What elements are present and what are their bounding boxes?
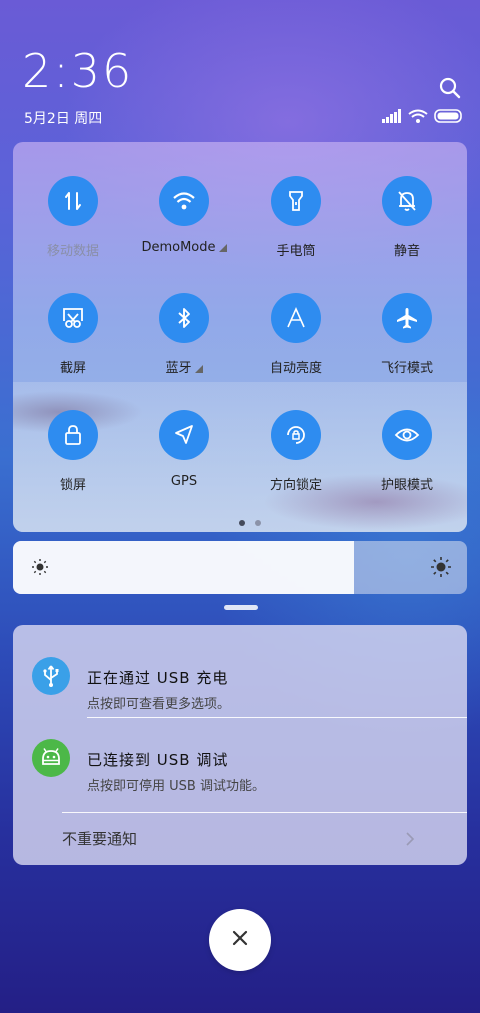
drag-handle[interactable] [224,605,258,610]
tile-label: 锁屏 [59,478,86,493]
notification-usb-charging[interactable]: 正在通过 USB 充电 点按即可查看更多选项。 [13,637,467,717]
quick-settings-panel: 移动数据 DemoMode 手电筒 静音 截屏 蓝牙 自动亮度 飞行模式 锁屏 … [13,142,467,532]
status-bar [382,108,464,126]
tile-label: 静音 [393,244,420,259]
tile-label: 护眼模式 [380,478,433,493]
notification-card: 正在通过 USB 充电 点按即可查看更多选项。 已连接到 USB 调试 点按即可… [13,625,467,865]
sun-small-icon [31,558,49,580]
tile-mute[interactable]: 静音 [357,176,457,259]
lock-icon [48,410,98,460]
unimportant-notifications-label: 不重要通知 [62,830,138,848]
close-icon [231,929,249,951]
rotation-lock-icon [271,410,321,460]
tile-label: 飞行模式 [380,361,433,376]
mute-bell-icon [382,176,432,226]
tile-label: 蓝牙 [165,361,192,376]
tile-label: GPS [170,474,198,489]
usb-icon [32,657,70,695]
flashlight-icon [271,176,321,226]
wifi-icon [159,176,209,226]
tile-label: 截屏 [59,361,86,376]
date: 5月2日 周四 [24,111,103,127]
tile-flashlight[interactable]: 手电筒 [246,176,346,259]
tile-label: DemoMode [141,240,216,255]
notification-text: 点按即可查看更多选项。 [87,697,231,712]
notification-title: 已连接到 USB 调试 [87,751,229,769]
screenshot-icon [48,293,98,343]
battery-icon [434,108,464,127]
tile-rotation-lock[interactable]: 方向锁定 [246,410,346,493]
notification-text: 点按即可停用 USB 调试功能。 [87,779,265,794]
tile-bluetooth[interactable]: 蓝牙 [134,293,234,376]
signal-icon [382,108,402,127]
divider [62,812,467,813]
auto-brightness-icon [271,293,321,343]
notification-usb-debugging[interactable]: 已连接到 USB 调试 点按即可停用 USB 调试功能。 [13,719,467,799]
page-dot-active [239,520,245,526]
sun-large-icon [430,556,452,582]
tile-demomode[interactable]: DemoMode [134,176,234,255]
tile-eye-care[interactable]: 护眼模式 [357,410,457,493]
tile-airplane[interactable]: 飞行模式 [357,293,457,376]
notification-title: 正在通过 USB 充电 [87,669,229,687]
page-indicator [239,520,261,526]
tile-mobile-data[interactable]: 移动数据 [23,176,123,259]
tile-label: 手电筒 [276,244,316,259]
tile-auto-brightness[interactable]: 自动亮度 [246,293,346,376]
more-indicator-icon [218,244,227,252]
android-icon [32,739,70,777]
tile-screenshot[interactable]: 截屏 [23,293,123,376]
location-arrow-icon [159,410,209,460]
page-dot [255,520,261,526]
tile-label: 方向锁定 [269,478,322,493]
brightness-fill [13,541,354,594]
airplane-icon [382,293,432,343]
bluetooth-icon [159,293,209,343]
tile-lock-screen[interactable]: 锁屏 [23,410,123,493]
chevron-right-icon [405,831,415,846]
tile-label: 自动亮度 [269,361,322,376]
eye-icon [382,410,432,460]
brightness-slider[interactable] [13,541,467,594]
tile-label: 移动数据 [46,244,99,259]
clock: 2:36 [22,44,134,98]
wifi-icon [408,108,428,127]
more-indicator-icon [194,365,203,373]
clear-all-button[interactable] [209,909,271,971]
search-icon[interactable] [438,76,462,100]
tile-gps[interactable]: GPS [134,410,234,489]
divider [87,717,467,718]
mobile-data-icon [48,176,98,226]
